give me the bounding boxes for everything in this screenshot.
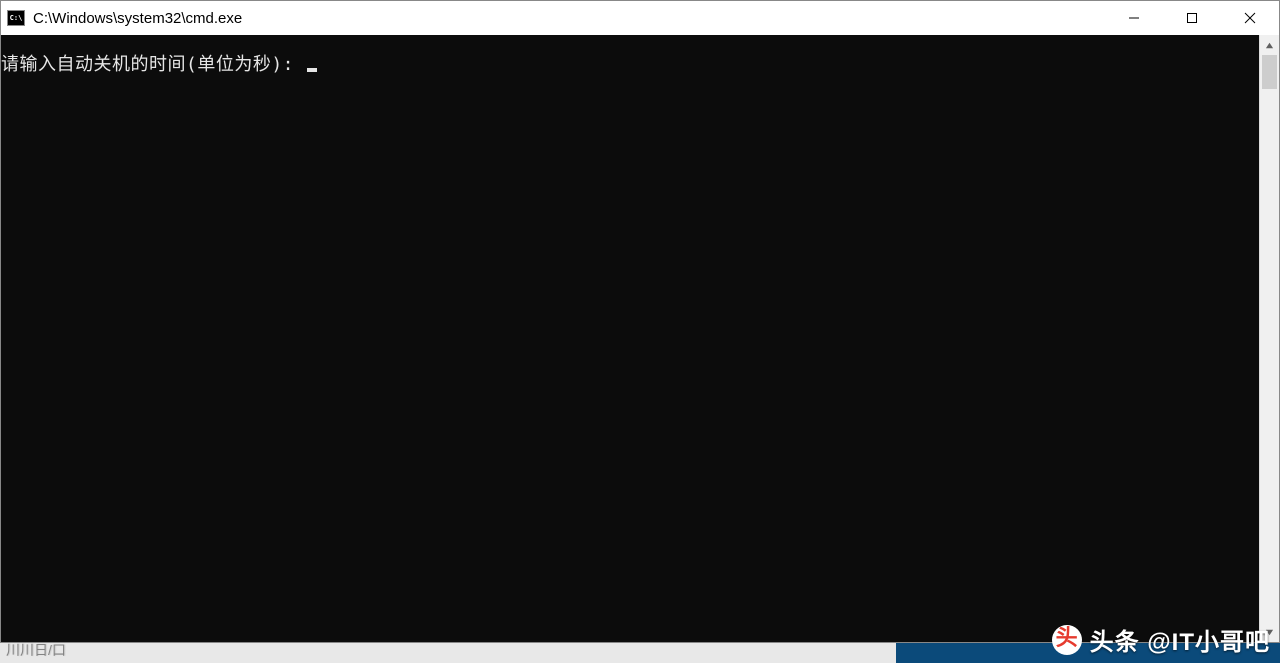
window-controls (1105, 1, 1279, 35)
minimize-button[interactable] (1105, 1, 1163, 35)
titlebar[interactable]: C:\ C:\Windows\system32\cmd.exe (1, 1, 1279, 35)
scroll-up-arrow-icon[interactable] (1260, 35, 1279, 55)
text-cursor (307, 68, 317, 72)
close-button[interactable] (1221, 1, 1279, 35)
watermark: 头 头条 @IT小哥吧 (1052, 622, 1270, 657)
watermark-logo-icon: 头 (1052, 625, 1082, 655)
window-title: C:\Windows\system32\cmd.exe (33, 10, 1105, 27)
partial-text: 川川日/口 (6, 640, 66, 660)
console-output[interactable]: 请输入自动关机的时间(单位为秒): (1, 35, 1259, 642)
scroll-track[interactable] (1260, 55, 1279, 622)
cmd-window: C:\ C:\Windows\system32\cmd.exe 请输入自动关机的… (0, 0, 1280, 643)
vertical-scrollbar[interactable] (1259, 35, 1279, 642)
maximize-button[interactable] (1163, 1, 1221, 35)
watermark-text: 头条 @IT小哥吧 (1090, 622, 1270, 657)
console-area: 请输入自动关机的时间(单位为秒): (1, 35, 1279, 642)
scroll-thumb[interactable] (1262, 55, 1277, 89)
prompt-text: 请输入自动关机的时间(单位为秒): (1, 54, 305, 75)
cmd-icon: C:\ (7, 10, 25, 26)
